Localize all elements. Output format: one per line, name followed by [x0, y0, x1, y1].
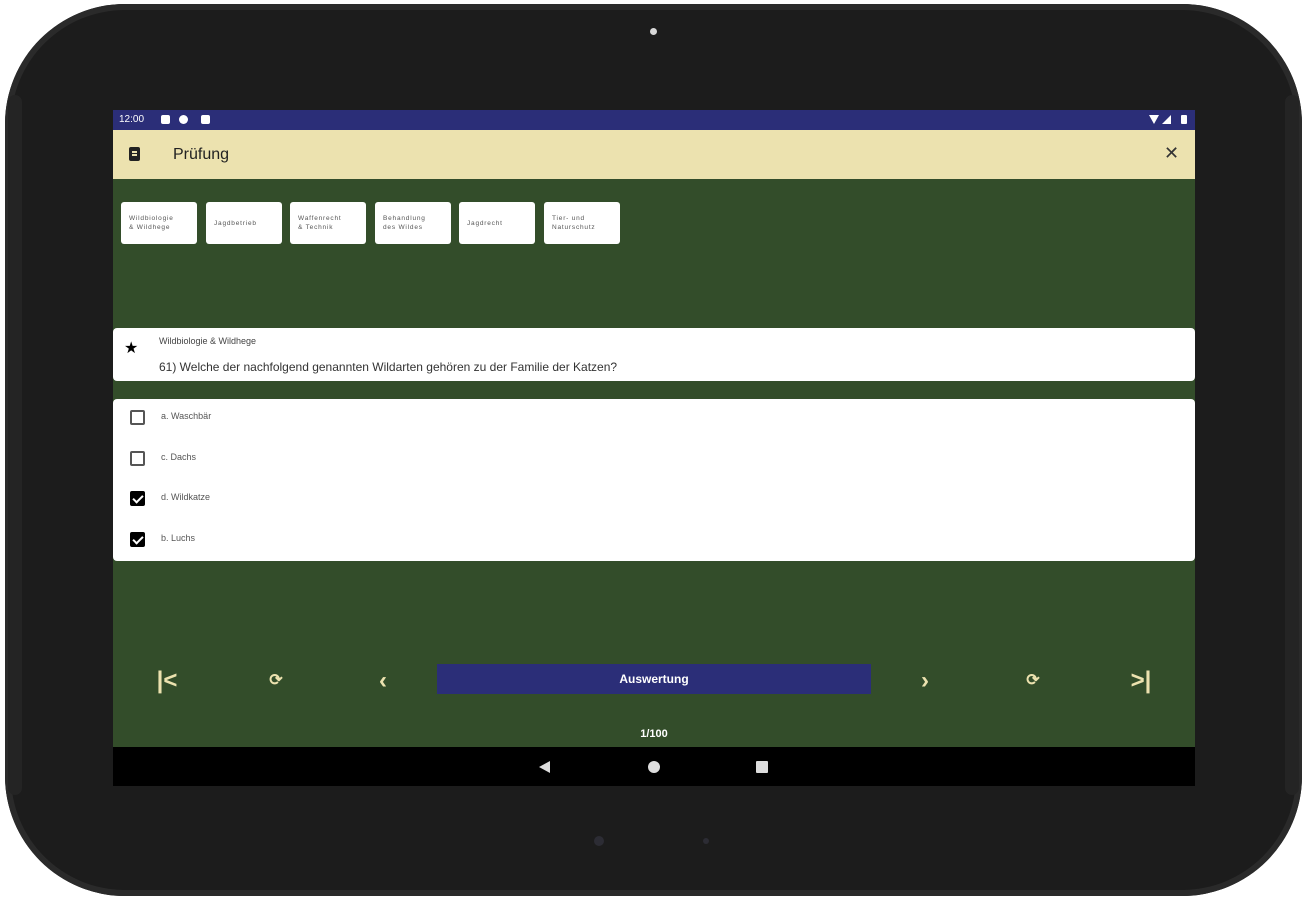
answer-option[interactable]: a. Waschbär	[113, 399, 1195, 439]
answer-label: c. Dachs	[161, 452, 197, 462]
answer-label: d. Wildkatze	[161, 492, 211, 502]
evaluate-button[interactable]: Auswertung	[437, 664, 871, 694]
camera-icon	[650, 28, 657, 35]
sync-icon	[179, 115, 188, 124]
question-text: 61) Welche der nachfolgend genannten Wil…	[159, 360, 618, 374]
checkbox[interactable]	[130, 491, 145, 506]
tablet-edge-right	[1285, 95, 1299, 795]
tablet-edge-left	[8, 95, 22, 795]
category-tab-behandlung[interactable]: Behandlung des Wildes	[375, 202, 451, 244]
back-icon[interactable]	[539, 761, 550, 773]
app-screen: 12:00 Prüfung ✕ Wildbiologie & Wildhege …	[113, 110, 1195, 786]
wifi-icon	[1149, 115, 1159, 124]
star-icon[interactable]: ★	[124, 338, 138, 358]
close-icon[interactable]: ✕	[1164, 143, 1179, 163]
system-nav-bar	[113, 747, 1195, 786]
category-tab-naturschutz[interactable]: Tier- und Naturschutz	[544, 202, 620, 244]
category-tab-waffenrecht[interactable]: Waffenrecht & Technik	[290, 202, 366, 244]
next-icon[interactable]: ›	[905, 666, 945, 696]
answer-option[interactable]: c. Dachs	[113, 440, 1195, 480]
notification-icon	[161, 115, 170, 124]
status-bar: 12:00	[113, 110, 1195, 130]
last-question-icon[interactable]: >|	[1121, 666, 1161, 696]
status-time: 12:00	[119, 114, 145, 125]
answer-label: a. Waschbär	[161, 411, 212, 421]
answer-label: b. Luchs	[161, 533, 196, 543]
reset-icon[interactable]: ⟳	[256, 666, 296, 696]
question-category: Wildbiologie & Wildhege	[159, 336, 257, 346]
previous-icon[interactable]: ‹	[363, 666, 403, 696]
app-bar: Prüfung ✕	[113, 130, 1195, 179]
recents-icon[interactable]	[756, 761, 768, 773]
signal-icon	[1162, 115, 1171, 124]
sensor-icon	[594, 836, 604, 846]
answer-option[interactable]: b. Luchs	[113, 521, 1195, 561]
sensor-icon	[703, 838, 709, 844]
page-title: Prüfung	[173, 146, 230, 163]
clipboard-icon	[201, 115, 210, 124]
page-counter: 1/100	[640, 728, 668, 740]
checkbox[interactable]	[130, 410, 145, 425]
clipboard-icon	[129, 147, 140, 161]
question-card: ★ Wildbiologie & Wildhege 61) Welche der…	[113, 328, 1195, 381]
refresh-icon[interactable]: ⟳	[1013, 666, 1053, 696]
category-tab-jagdrecht[interactable]: Jagdrecht	[459, 202, 535, 244]
answer-list: a. Waschbär c. Dachs d. Wildkatze b. Luc…	[113, 399, 1195, 561]
checkbox[interactable]	[130, 532, 145, 547]
home-icon[interactable]	[648, 761, 660, 773]
category-tab-jagdbetrieb[interactable]: Jagdbetrieb	[206, 202, 282, 244]
first-question-icon[interactable]: |<	[147, 666, 187, 696]
category-tab-wildbiologie[interactable]: Wildbiologie & Wildhege	[121, 202, 197, 244]
battery-icon	[1181, 115, 1187, 124]
checkbox[interactable]	[130, 451, 145, 466]
answer-option[interactable]: d. Wildkatze	[113, 480, 1195, 520]
